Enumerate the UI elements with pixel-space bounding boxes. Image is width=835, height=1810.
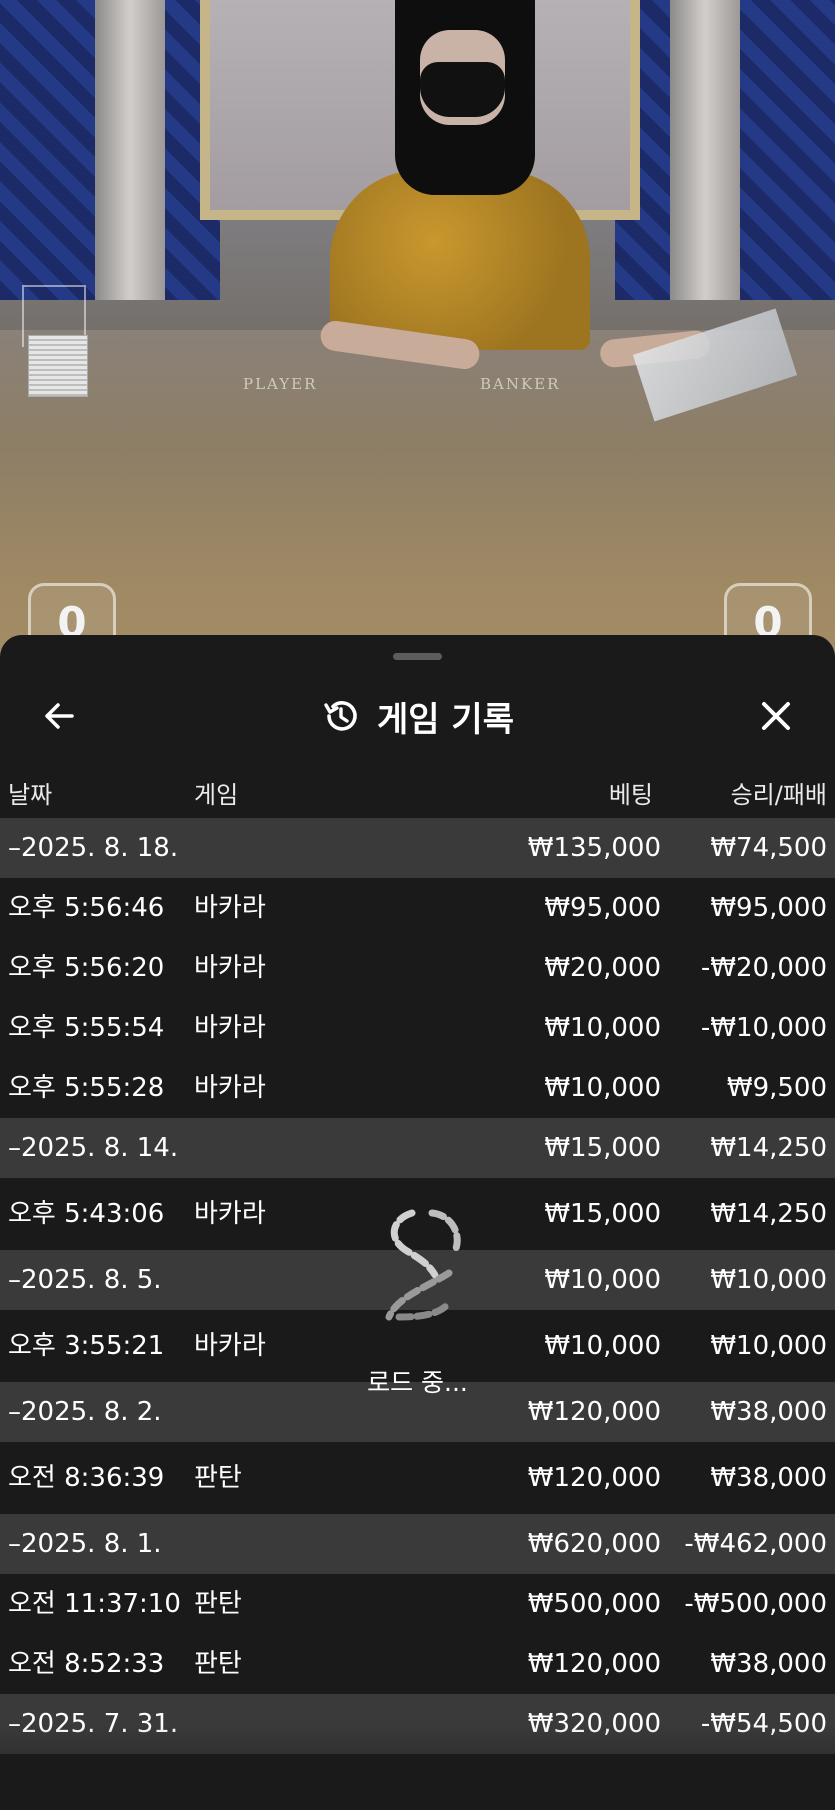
time-cell: 오후 3:55:21 [8, 1331, 165, 1361]
game-cell: 판탄 [194, 1649, 242, 1679]
game-cell: 판탄 [194, 1463, 242, 1493]
winloss-cell: ₩74,500 [710, 833, 827, 863]
bet-cell: ₩10,000 [544, 1331, 661, 1361]
winloss-cell: ₩38,000 [710, 1463, 827, 1493]
close-button[interactable] [741, 675, 811, 757]
bet-cell: ₩10,000 [544, 1013, 661, 1043]
arrow-left-icon [45, 703, 74, 729]
history-clock-icon [324, 701, 357, 731]
bet-cell: ₩135,000 [527, 833, 661, 863]
table-row: 오전 8:36:39 판탄 ₩120,000 ₩38,000 [0, 1442, 835, 1514]
date-group-row[interactable]: –2025. 8. 18. ₩135,000 ₩74,500 [0, 818, 835, 878]
dealer-mask [420, 62, 505, 117]
table-label-banker: BANKER [480, 375, 561, 393]
card-stack [28, 335, 88, 397]
time-cell: 오후 5:56:20 [8, 953, 165, 983]
sheet-header: 게임 기록 [0, 675, 835, 757]
winloss-cell: -₩10,000 [700, 1013, 827, 1043]
winloss-cell: -₩500,000 [684, 1589, 827, 1619]
dealer-body [330, 170, 590, 350]
table-row: 오후 5:55:54 바카라 ₩10,000 -₩10,000 [0, 998, 835, 1058]
loading-spinner-icon [385, 1209, 461, 1321]
bet-cell: ₩320,000 [527, 1709, 661, 1739]
winloss-cell: ₩9,500 [726, 1073, 827, 1103]
winloss-cell: ₩10,000 [710, 1265, 827, 1295]
sheet-drag-handle[interactable] [393, 653, 442, 660]
winloss-cell: -₩20,000 [700, 953, 827, 983]
time-cell: 오후 5:55:28 [8, 1073, 165, 1103]
back-button[interactable] [24, 675, 94, 757]
group-date-cell: –2025. 8. 5. [8, 1265, 162, 1295]
column-header-bet: 베팅 [608, 781, 653, 809]
page-title: 게임 기록 [377, 699, 514, 740]
table-label-player: PLAYER [243, 375, 318, 393]
group-date-cell: –2025. 8. 2. [8, 1397, 162, 1427]
time-cell: 오후 5:56:46 [8, 893, 165, 923]
bet-cell: ₩10,000 [544, 1265, 661, 1295]
winloss-cell: ₩95,000 [710, 893, 827, 923]
game-cell: 바카라 [194, 1331, 266, 1361]
game-cell: 판탄 [194, 1589, 242, 1619]
winloss-cell: ₩10,000 [710, 1331, 827, 1361]
bet-cell: ₩15,000 [544, 1199, 661, 1229]
bet-cell: ₩20,000 [544, 953, 661, 983]
bet-cell: ₩120,000 [527, 1463, 661, 1493]
winloss-cell: -₩462,000 [684, 1529, 827, 1559]
time-cell: 오전 11:37:10 [8, 1589, 181, 1619]
pillar-right [670, 0, 740, 300]
loading-text: 로드 중... [367, 1368, 468, 1397]
live-video-background: PLAYER BANKER 0 0 [0, 0, 835, 660]
column-header-date: 날짜 [8, 781, 53, 809]
game-cell: 바카라 [194, 1013, 266, 1043]
date-group-row[interactable]: –2025. 7. 31. ₩320,000 -₩54,500 [0, 1694, 835, 1754]
time-cell: 오후 5:55:54 [8, 1013, 165, 1043]
column-header-winloss: 승리/패배 [730, 781, 827, 809]
time-cell: 오전 8:36:39 [8, 1463, 165, 1493]
winloss-cell: -₩54,500 [700, 1709, 827, 1739]
time-cell: 오후 5:43:06 [8, 1199, 165, 1229]
game-cell: 바카라 [194, 1199, 266, 1229]
date-group-row[interactable]: –2025. 8. 14. ₩15,000 ₩14,250 [0, 1118, 835, 1178]
winloss-cell: ₩38,000 [710, 1649, 827, 1679]
bet-cell: ₩95,000 [544, 893, 661, 923]
bet-cell: ₩500,000 [527, 1589, 661, 1619]
winloss-cell: ₩14,250 [710, 1199, 827, 1229]
bet-cell: ₩120,000 [527, 1649, 661, 1679]
bet-cell: ₩10,000 [544, 1073, 661, 1103]
table-row: 오전 11:37:10 판탄 ₩500,000 -₩500,000 [0, 1574, 835, 1634]
group-date-cell: –2025. 7. 31. [8, 1709, 179, 1739]
bet-cell: ₩120,000 [527, 1397, 661, 1427]
table-row: 오후 5:55:28 바카라 ₩10,000 ₩9,500 [0, 1058, 835, 1118]
column-header-game: 게임 [194, 781, 239, 809]
table-row: 오후 5:56:20 바카라 ₩20,000 -₩20,000 [0, 938, 835, 998]
winloss-cell: ₩14,250 [710, 1133, 827, 1163]
group-date-cell: –2025. 8. 18. [8, 833, 179, 863]
table-row: 오전 8:52:33 판탄 ₩120,000 ₩38,000 [0, 1634, 835, 1694]
bet-cell: ₩620,000 [527, 1529, 661, 1559]
table-row: 오후 5:56:46 바카라 ₩95,000 ₩95,000 [0, 878, 835, 938]
bet-cell: ₩15,000 [544, 1133, 661, 1163]
game-cell: 바카라 [194, 1073, 266, 1103]
group-date-cell: –2025. 8. 1. [8, 1529, 162, 1559]
close-x-icon [762, 702, 790, 730]
sheet-title-group: 게임 기록 [0, 675, 835, 757]
winloss-cell: ₩38,000 [710, 1397, 827, 1427]
time-cell: 오전 8:52:33 [8, 1649, 165, 1679]
pillar-left [95, 0, 165, 300]
group-date-cell: –2025. 8. 14. [8, 1133, 179, 1163]
game-cell: 바카라 [194, 953, 266, 983]
loading-indicator: 로드 중... [355, 1205, 480, 1397]
game-cell: 바카라 [194, 893, 266, 923]
date-group-row[interactable]: –2025. 8. 1. ₩620,000 -₩462,000 [0, 1514, 835, 1574]
